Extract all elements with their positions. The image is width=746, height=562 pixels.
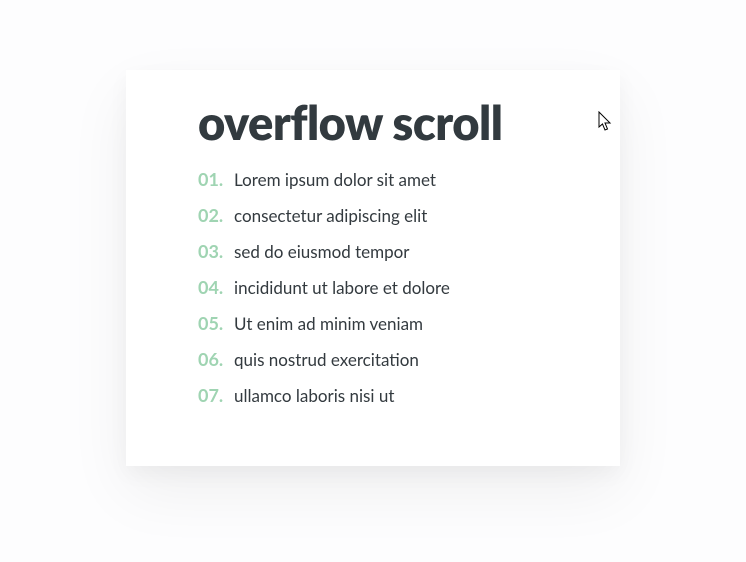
item-text: ullamco laboris nisi ut [234, 385, 394, 406]
list-item: 07. ullamco laboris nisi ut [198, 384, 548, 406]
item-text: incididunt ut labore et dolore [234, 277, 450, 298]
item-number: 06. [198, 348, 226, 370]
card-title: overflow scroll [198, 98, 548, 150]
list-item: 03. sed do eiusmod tempor [198, 240, 548, 262]
list-item: 02. consectetur adipiscing elit [198, 204, 548, 226]
list-item: 05. Ut enim ad minim veniam [198, 312, 548, 334]
item-number: 05. [198, 312, 226, 334]
item-number: 07. [198, 384, 226, 406]
item-text: Lorem ipsum dolor sit amet [234, 169, 436, 190]
item-text: quis nostrud exercitation [234, 349, 419, 370]
item-number: 01. [198, 168, 226, 190]
scroll-card[interactable]: overflow scroll 01. Lorem ipsum dolor sit… [126, 70, 620, 466]
item-number: 02. [198, 204, 226, 226]
item-text: Ut enim ad minim veniam [234, 313, 423, 334]
item-text: sed do eiusmod tempor [234, 241, 409, 262]
list-item: 01. Lorem ipsum dolor sit amet [198, 168, 548, 190]
item-number: 04. [198, 276, 226, 298]
item-text: consectetur adipiscing elit [234, 205, 427, 226]
list-item: 06. quis nostrud exercitation [198, 348, 548, 370]
list-item: 04. incididunt ut labore et dolore [198, 276, 548, 298]
item-number: 03. [198, 240, 226, 262]
item-list: 01. Lorem ipsum dolor sit amet 02. consecte… [198, 168, 548, 406]
